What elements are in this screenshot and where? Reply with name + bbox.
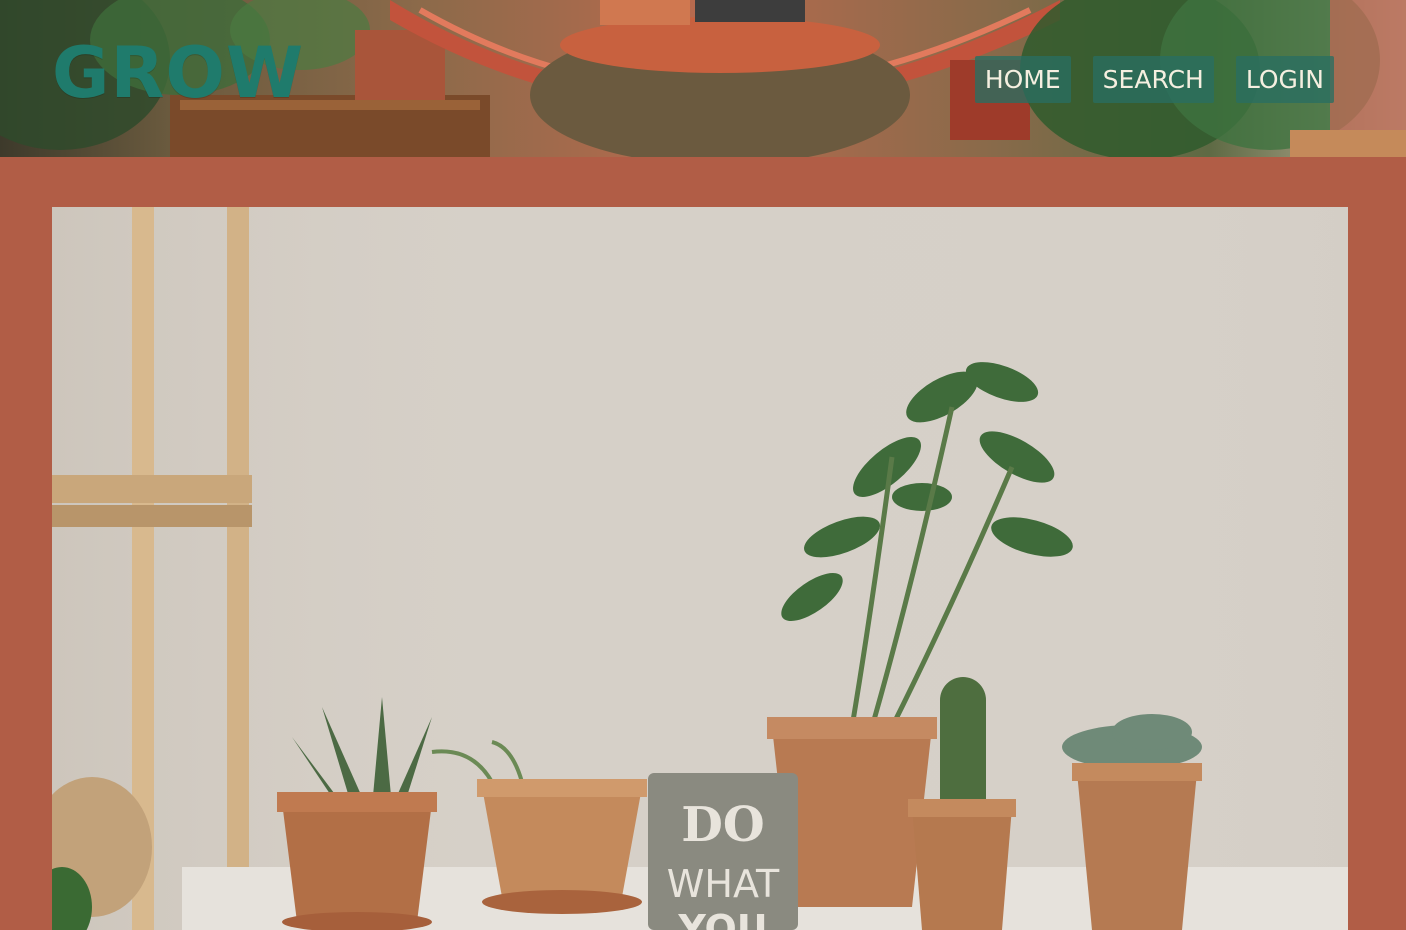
nav-login-button[interactable]: LOGIN <box>1235 56 1334 103</box>
brand-logo[interactable]: GROW <box>52 38 304 108</box>
main-nav: HOME SEARCH LOGIN <box>974 56 1334 103</box>
sign-line-2: WHAT <box>667 862 780 906</box>
nav-search-button[interactable]: SEARCH <box>1092 56 1214 103</box>
plants-photo: DO WHAT YOU <box>52 207 1348 930</box>
hero-image: DO WHAT YOU <box>52 207 1348 930</box>
sign-line-3: YOU <box>677 907 767 930</box>
header-banner: GROW HOME SEARCH LOGIN <box>0 0 1406 157</box>
nav-home-button[interactable]: HOME <box>974 56 1071 103</box>
sign-line-1: DO <box>681 797 764 853</box>
